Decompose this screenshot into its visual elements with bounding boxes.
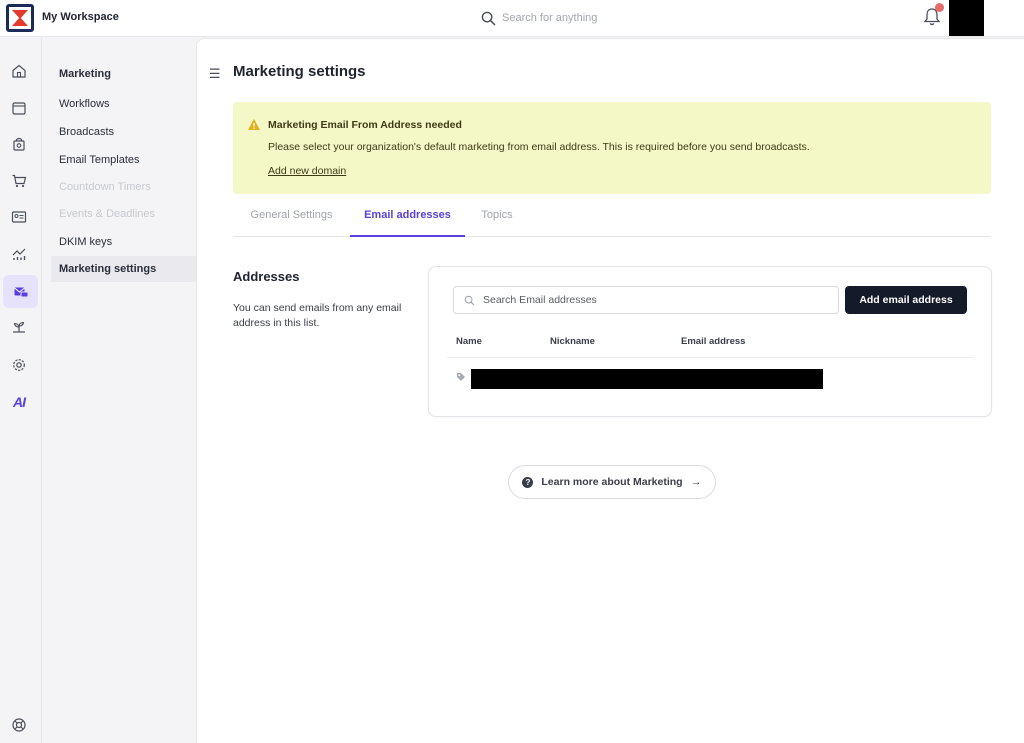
top-bar: My Workspace Search for anything [0,0,1024,37]
column-header-email-address: Email address [681,336,746,347]
add-new-domain-link[interactable]: Add new domain [268,165,346,177]
arrow-right-icon: → [690,476,702,488]
app-logo-icon[interactable] [6,4,34,32]
search-icon [464,295,475,305]
ai-icon[interactable]: AI [8,391,30,413]
subnav-item-email-templates[interactable]: Email Templates [51,147,196,173]
search-icon [481,11,496,25]
page-title: Marketing settings [233,63,366,80]
global-search-placeholder: Search for anything [502,12,598,24]
workspace-name[interactable]: My Workspace [42,11,119,23]
calendar-icon[interactable] [8,97,30,119]
tab-topics[interactable]: Topics [465,203,529,237]
add-email-address-button[interactable]: Add email address [845,286,967,314]
warning-message: Please select your organization's defaul… [268,141,810,153]
settings-icon[interactable] [8,354,30,376]
subnav-item-marketing-settings[interactable]: Marketing settings [51,256,196,282]
home-icon[interactable] [8,60,30,82]
help-circle-icon: ? [522,476,534,488]
avatar[interactable] [949,0,984,36]
contact-card-icon[interactable] [8,206,30,228]
column-header-name: Name [456,336,482,347]
analytics-icon[interactable] [8,243,30,265]
store-icon[interactable] [8,133,30,155]
marketing-subnav: Marketing Workflows Broadcasts Email Tem… [43,38,196,743]
addresses-heading: Addresses [233,269,300,284]
warning-banner: Marketing Email From Address needed Plea… [233,102,991,194]
tab-general-settings[interactable]: General Settings [233,203,350,237]
menu-toggle-icon[interactable]: ☰ [209,66,221,82]
tab-email-addresses[interactable]: Email addresses [350,203,465,237]
main-panel: ☰ Marketing settings Marketing Email Fro… [196,38,1024,743]
email-search-input[interactable] [483,294,823,306]
subnav-item-countdown-timers: Countdown Timers [59,181,151,193]
subnav-item-workflows[interactable]: Workflows [51,91,196,117]
subnav-item-dkim-keys[interactable]: DKIM keys [51,229,196,255]
warning-title: Marketing Email From Address needed [268,119,462,131]
help-icon[interactable] [8,714,30,736]
email-search-box[interactable] [453,286,839,314]
settings-tabs: General Settings Email addresses Topics [233,203,991,237]
addresses-description: You can send emails from any email addre… [233,302,402,329]
global-search[interactable]: Search for anything [481,8,597,28]
tag-icon [457,373,465,381]
table-divider [447,357,973,358]
subnav-item-broadcasts[interactable]: Broadcasts [51,119,196,145]
warning-icon [248,119,260,130]
table-row-redacted[interactable] [471,369,823,389]
email-addresses-card: Add email address Name Nickname Email ad… [428,266,992,417]
subnav-title: Marketing [59,68,111,80]
learn-more-label: Learn more about Marketing [541,476,683,488]
sprout-icon[interactable] [8,316,30,338]
notification-dot [935,3,944,12]
learn-more-button[interactable]: ? Learn more about Marketing → [508,465,716,499]
cart-icon[interactable] [8,170,30,192]
icon-rail: AI [0,38,42,743]
subnav-item-events-deadlines: Events & Deadlines [59,208,155,220]
column-header-nickname: Nickname [550,336,595,347]
marketing-icon[interactable] [3,275,38,308]
